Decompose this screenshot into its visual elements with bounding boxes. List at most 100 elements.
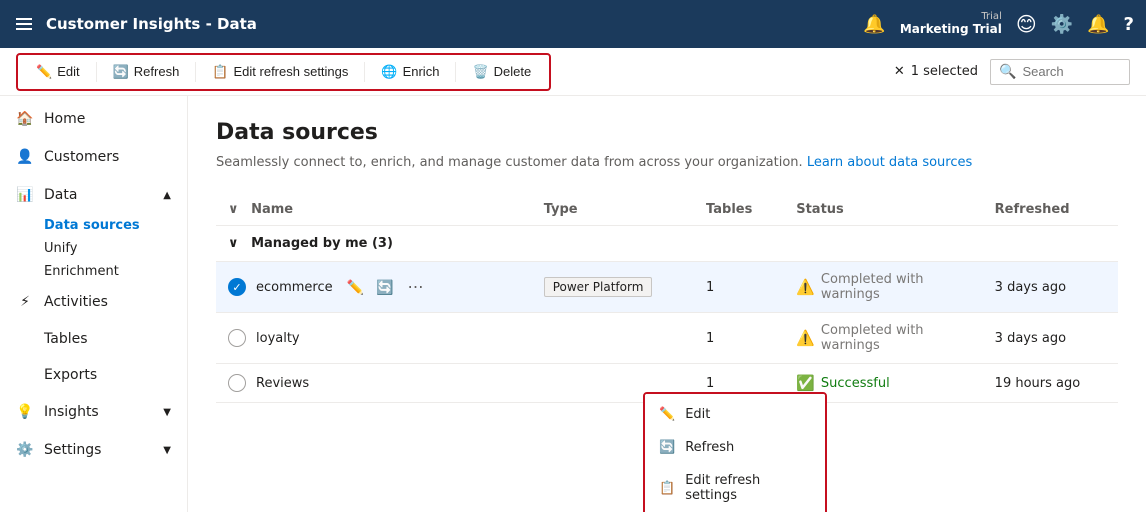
context-menu-item-edit-refresh-settings[interactable]: 📋 Edit refresh settings <box>645 464 825 512</box>
delete-button[interactable]: 🗑️ Delete <box>462 59 541 85</box>
app-title: Customer Insights - Data <box>46 15 863 33</box>
body-wrap: 🏠 Home 👤 Customers 📊 Data ▲ Data sources… <box>0 96 1146 512</box>
learn-more-link[interactable]: Learn about data sources <box>807 155 972 170</box>
row-ecommerce-name-cell: ✓ ecommerce ✏️ 🔄 ⋯ <box>216 262 532 313</box>
row-loyalty-tables: 1 <box>706 331 714 346</box>
sidebar-item-unify-label: Unify <box>44 241 77 256</box>
edit-icon: ✏️ <box>36 64 52 80</box>
sidebar-item-home[interactable]: 🏠 Home <box>0 100 187 138</box>
table-header-refreshed: Refreshed <box>983 194 1118 226</box>
row-ecommerce-refreshed-cell: 3 days ago <box>983 262 1118 313</box>
warning-icon-2: ⚠️ <box>796 329 815 347</box>
edit-button[interactable]: ✏️ Edit <box>26 59 90 85</box>
search-box[interactable]: 🔍 <box>990 59 1130 85</box>
group-label-text: Managed by me (3) <box>251 236 393 251</box>
context-menu: ✏️ Edit 🔄 Refresh 📋 Edit refresh setting… <box>645 394 825 512</box>
table-header-row: ∨ Name Type Tables Status Refreshed <box>216 194 1118 226</box>
delete-label: Delete <box>494 64 532 79</box>
row-ecommerce-tables: 1 <box>706 280 714 295</box>
sidebar-item-data-label: Data <box>44 187 77 203</box>
sidebar-item-settings[interactable]: ⚙️ Settings ▼ <box>0 431 187 469</box>
edit-label: Edit <box>57 64 79 79</box>
sidebar-item-insights[interactable]: 💡 Insights ▼ <box>0 393 187 431</box>
row-ecommerce-edit-button[interactable]: ✏️ <box>343 277 368 298</box>
row-ecommerce-checkbox[interactable]: ✓ <box>228 278 246 296</box>
sidebar-item-unify[interactable]: Unify <box>0 237 187 260</box>
search-input[interactable] <box>1022 64 1121 79</box>
refresh-icon: 🔄 <box>113 64 129 80</box>
trial-label: Trial <box>900 12 1002 22</box>
edit-refresh-settings-icon: 📋 <box>212 64 228 80</box>
close-icon[interactable]: ✕ <box>894 64 905 79</box>
context-menu-item-refresh[interactable]: 🔄 Refresh <box>645 431 825 464</box>
sidebar-item-activities[interactable]: ⚡ Activities <box>0 283 187 321</box>
row-loyalty-refreshed-cell: 3 days ago <box>983 313 1118 364</box>
group-collapse-icon[interactable]: ∨ <box>228 236 239 251</box>
refresh-button[interactable]: 🔄 Refresh <box>103 59 190 85</box>
row-loyalty-name-cell: loyalty <box>216 313 532 364</box>
sidebar-item-tables[interactable]: Tables <box>0 321 187 357</box>
row-loyalty-name: loyalty <box>256 331 300 346</box>
context-menu-item-edit[interactable]: ✏️ Edit <box>645 398 825 431</box>
sidebar-item-insights-label: Insights <box>44 404 99 420</box>
context-edit-icon: ✏️ <box>659 407 675 422</box>
toolbar-right: ✕ 1 selected 🔍 <box>894 59 1130 85</box>
toolbar-action-group: ✏️ Edit 🔄 Refresh 📋 Edit refresh setting… <box>16 53 551 91</box>
sidebar-item-data-sources[interactable]: Data sources <box>0 214 187 237</box>
name-header-label: Name <box>251 202 293 217</box>
settings-icon[interactable]: ⚙️ <box>1051 14 1073 35</box>
row-ecommerce-name: ecommerce <box>256 280 333 295</box>
row-ecommerce-status: ⚠️ Completed with warnings <box>796 272 970 302</box>
settings-chevron-icon: ▼ <box>163 445 171 456</box>
customers-icon: 👤 <box>16 148 34 166</box>
row-ecommerce-tables-cell: 1 <box>694 262 784 313</box>
table-row: ✓ ecommerce ✏️ 🔄 ⋯ Power Platform <box>216 262 1118 313</box>
hamburger-button[interactable] <box>12 14 36 34</box>
home-icon: 🏠 <box>16 110 34 128</box>
edit-refresh-settings-button[interactable]: 📋 Edit refresh settings <box>202 59 358 85</box>
bell-icon[interactable]: 🔔 <box>1087 14 1109 35</box>
help-icon[interactable]: ? <box>1124 14 1134 35</box>
enrich-label: Enrich <box>403 64 440 79</box>
toolbar-separator-3 <box>364 62 365 82</box>
toolbar-separator-2 <box>195 62 196 82</box>
sidebar-item-data[interactable]: 📊 Data ▲ <box>0 176 187 214</box>
row-ecommerce-type-cell: Power Platform <box>532 262 694 313</box>
sidebar-item-enrichment-label: Enrichment <box>44 264 119 279</box>
group-row-managed: ∨ Managed by me (3) <box>216 226 1118 262</box>
sidebar: 🏠 Home 👤 Customers 📊 Data ▲ Data sources… <box>0 96 188 512</box>
delete-icon: 🗑️ <box>472 64 488 80</box>
row-reviews-name: Reviews <box>256 376 309 391</box>
row-reviews-checkbox[interactable] <box>228 374 246 392</box>
context-edit-label: Edit <box>685 407 710 422</box>
row-loyalty-status-text: Completed with warnings <box>821 323 971 353</box>
row-reviews-status-text: Successful <box>821 376 890 391</box>
sidebar-item-enrichment[interactable]: Enrichment <box>0 260 187 283</box>
table-header-tables: Tables <box>694 194 784 226</box>
row-loyalty-status: ⚠️ Completed with warnings <box>796 323 970 353</box>
row-ecommerce-refresh-button[interactable]: 🔄 <box>372 277 397 298</box>
data-sources-table: ∨ Name Type Tables Status Refreshed ∨ Ma… <box>216 194 1118 403</box>
context-edit-refresh-settings-label: Edit refresh settings <box>685 473 811 503</box>
data-icon: 📊 <box>16 186 34 204</box>
selected-badge: ✕ 1 selected <box>894 64 978 79</box>
sidebar-item-customers[interactable]: 👤 Customers <box>0 138 187 176</box>
collapse-all-icon[interactable]: ∨ <box>228 202 239 217</box>
context-menu-wrapper: ✏️ Edit 🔄 Refresh 📋 Edit refresh setting… <box>643 392 827 512</box>
row-ecommerce-more-button[interactable]: ⋯ <box>402 275 430 299</box>
toolbar-separator-4 <box>455 62 456 82</box>
row-ecommerce-actions: ✏️ 🔄 ⋯ <box>343 275 430 299</box>
warning-icon: ⚠️ <box>796 278 815 296</box>
notifications-icon[interactable]: 🔔 <box>863 14 885 35</box>
enrich-button[interactable]: 🌐 Enrich <box>371 59 449 85</box>
group-label: ∨ Managed by me (3) <box>216 226 1118 262</box>
row-loyalty-checkbox[interactable] <box>228 329 246 347</box>
sidebar-item-settings-label: Settings <box>44 442 101 458</box>
table-header-name: ∨ Name <box>216 194 532 226</box>
sidebar-item-exports[interactable]: Exports <box>0 357 187 393</box>
settings-sidebar-icon: ⚙️ <box>16 441 34 459</box>
activities-icon: ⚡ <box>16 293 34 311</box>
toolbar-separator-1 <box>96 62 97 82</box>
user-icon[interactable]: 😊 <box>1016 12 1037 36</box>
edit-refresh-settings-label: Edit refresh settings <box>234 64 349 79</box>
